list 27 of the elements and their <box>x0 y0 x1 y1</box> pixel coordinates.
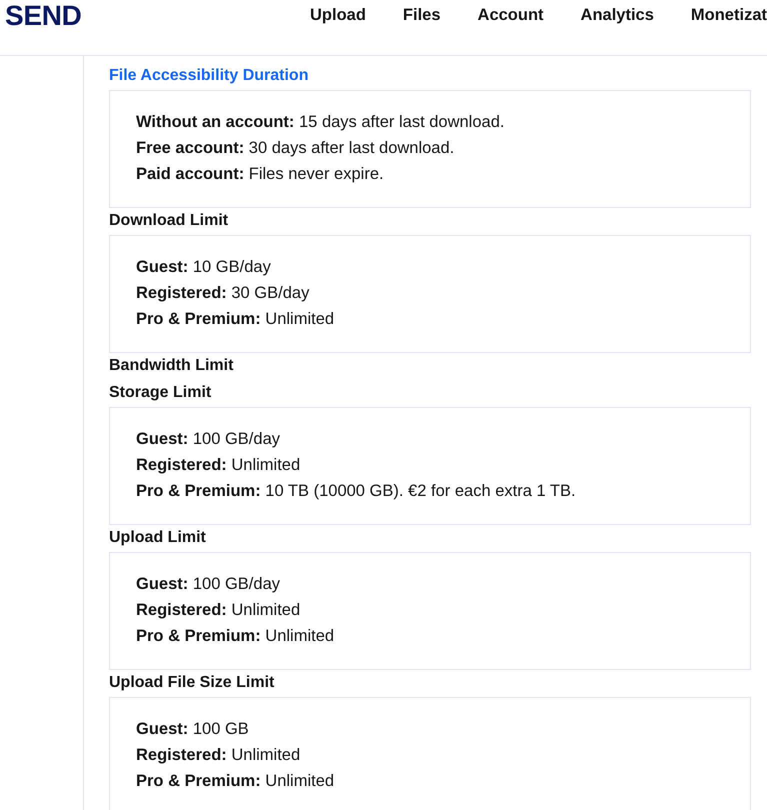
section-heading: Download Limit <box>109 211 230 231</box>
logo-link[interactable]: SEND <box>5 0 82 31</box>
info-line: Pro & Premium: Unlimited <box>136 626 336 647</box>
nav-link[interactable]: Files <box>402 0 441 31</box>
section-heading: Bandwidth Limit <box>109 356 234 376</box>
section-link[interactable]: File Accessibility Duration <box>109 63 751 89</box>
info-line: Registered: Unlimited <box>136 600 302 621</box>
nav-link[interactable]: Account <box>478 0 544 31</box>
info-line: Pro & Premium: 10 TB (10000 GB). €2 for each extra 1 TB. <box>136 481 577 502</box>
nav-link[interactable]: Analytics <box>580 0 654 31</box>
info-line: Registered: Unlimited <box>136 455 302 476</box>
info-line: Registered: 30 GB/day <box>136 283 310 304</box>
info-line: Without an account: 15 days after last download. <box>136 112 506 133</box>
info-line: Paid account: Files never expire. <box>136 164 385 185</box>
info-line: Guest: 100 GB/day <box>136 429 281 450</box>
nav-link[interactable]: Monetizat <box>690 0 767 31</box>
info-line: Guest: 10 GB/day <box>136 257 272 278</box>
nav-link[interactable]: Upload <box>310 0 366 31</box>
section-heading: Upload Limit <box>109 528 207 548</box>
section-heading: Storage Limit <box>109 383 212 403</box>
info-line: Free account: 30 days after last download. <box>136 138 456 159</box>
info-line: Pro & Premium: Unlimited <box>136 309 336 330</box>
info-line: Guest: 100 GB/day <box>136 574 281 595</box>
section-heading: Upload File Size Limit <box>109 673 276 693</box>
info-line: Guest: 100 GB <box>136 719 250 740</box>
info-line: Registered: Unlimited <box>136 745 302 766</box>
info-line: Pro & Premium: Unlimited <box>136 771 336 792</box>
